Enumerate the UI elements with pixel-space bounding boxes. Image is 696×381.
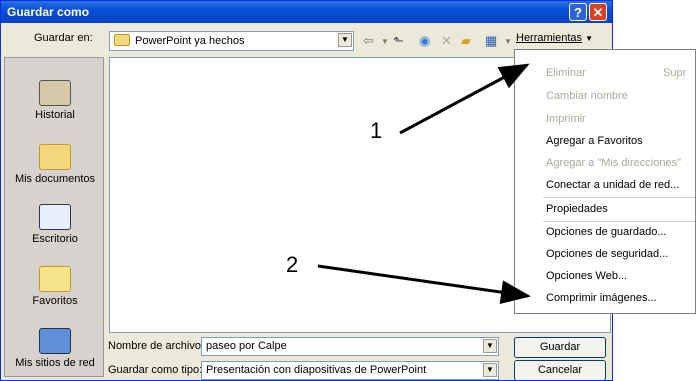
arrow-1 bbox=[399, 63, 530, 135]
arrow-2 bbox=[317, 264, 531, 305]
annotation-arrows bbox=[317, 63, 531, 305]
